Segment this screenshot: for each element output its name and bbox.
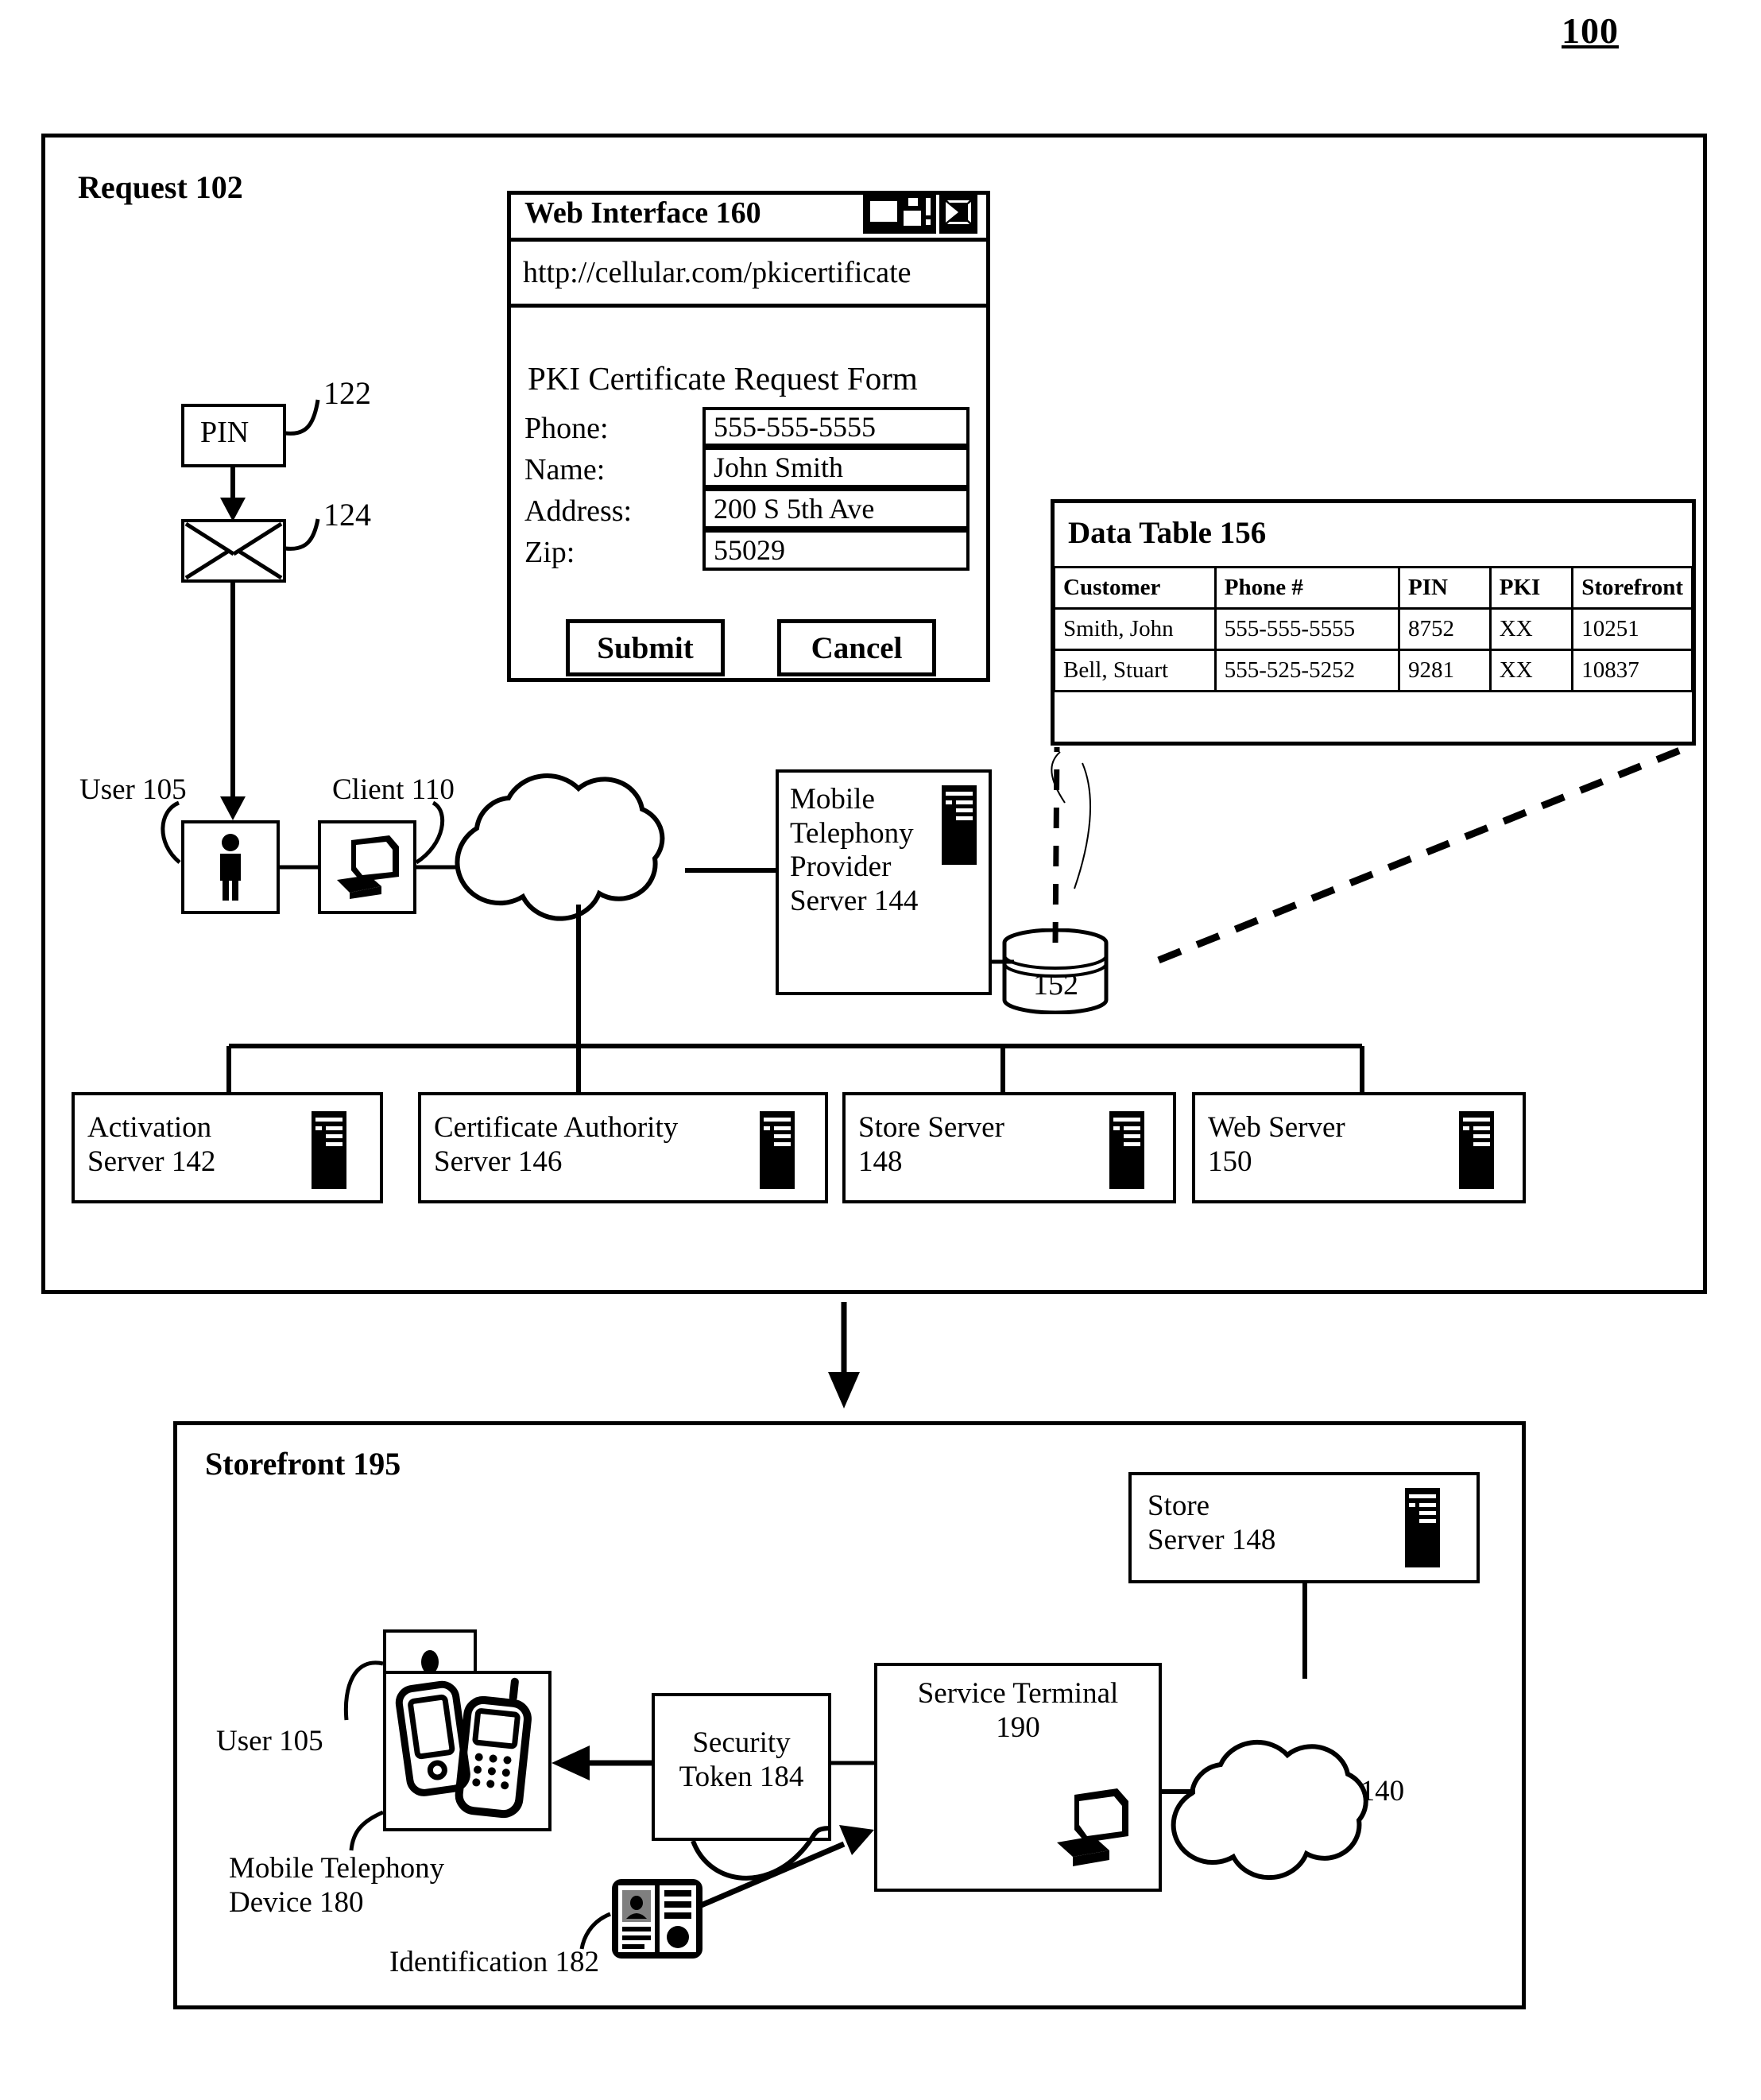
identification-label: Identification 182 — [389, 1946, 600, 1978]
name-label: Name: — [524, 453, 606, 486]
minimize-maximize-group — [863, 191, 936, 234]
titlebar-separator — [507, 238, 990, 242]
address-input[interactable]: 200 S 5th Ave — [702, 488, 970, 529]
server-rack-icon — [1405, 1488, 1440, 1571]
url-text[interactable]: http://cellular.com/pkicertificate — [523, 256, 911, 291]
panel-storefront-title: Storefront 195 — [205, 1446, 401, 1482]
name-input[interactable]: John Smith — [702, 447, 970, 488]
cell-pin: 9281 — [1398, 649, 1492, 692]
server-rack-icon — [760, 1111, 795, 1193]
server-rack-icon — [1109, 1111, 1144, 1193]
storefront-store-server-label: Store Server 148 — [1148, 1490, 1276, 1556]
cell-pin: 8752 — [1398, 607, 1492, 651]
form-title: PKI Certificate Request Form — [528, 360, 918, 397]
table-header-row: Customer Phone # PIN PKI Storefront — [1053, 566, 1693, 610]
col-pin: PIN — [1398, 566, 1492, 610]
activation-server-label: Activation Server 142 — [87, 1111, 216, 1178]
zip-input[interactable]: 55029 — [702, 529, 970, 571]
cell-customer: Smith, John — [1053, 607, 1217, 651]
close-button[interactable] — [939, 191, 977, 234]
col-customer: Customer — [1053, 566, 1217, 610]
urlbar-separator — [507, 304, 990, 308]
pin-label: PIN — [200, 416, 250, 449]
ref-124: 124 — [323, 497, 371, 533]
server-rack-icon — [1459, 1111, 1494, 1193]
provider-server-label: Mobile Telephony Provider Server 144 — [790, 783, 919, 917]
address-label: Address: — [524, 494, 633, 528]
data-table-title: Data Table 156 — [1068, 516, 1267, 550]
submit-button[interactable]: Submit — [566, 619, 725, 676]
zip-label: Zip: — [524, 536, 575, 569]
security-token-label: Security Token 184 — [679, 1726, 804, 1793]
network-140-label: Network 140 — [502, 850, 658, 882]
web-server-label: Web Server 150 — [1208, 1111, 1345, 1178]
window-controls — [863, 191, 977, 234]
web-interface-title: Web Interface 160 — [524, 196, 761, 230]
col-storefront: Storefront — [1571, 566, 1693, 610]
cell-storefront: 10837 — [1571, 649, 1693, 692]
table-row: Smith, John 555-555-5555 8752 XX 10251 — [1053, 607, 1693, 651]
panel-request-title: Request 102 — [78, 169, 243, 205]
data-table: Customer Phone # PIN PKI Storefront Smit… — [1053, 566, 1693, 692]
phone-input[interactable]: 555-555-5555 — [702, 407, 970, 447]
ref-152: 152 — [1033, 968, 1078, 1002]
server-rack-icon — [312, 1111, 346, 1193]
mobile-device-icon-box — [383, 1671, 552, 1831]
cell-pki: XX — [1488, 649, 1574, 692]
ref-122: 122 — [323, 375, 371, 411]
figure-number: 100 — [1562, 10, 1619, 51]
service-terminal-label: Service Terminal 190 — [917, 1677, 1119, 1744]
cell-storefront: 10251 — [1571, 607, 1693, 651]
user-105-label: User 105 — [79, 773, 187, 806]
phone-label: Phone: — [524, 412, 609, 445]
mobile-device-label: Mobile Telephony Device 180 — [229, 1852, 445, 1919]
col-phone: Phone # — [1213, 566, 1401, 610]
identification-badge-icon — [610, 1877, 704, 1964]
cell-pki: XX — [1488, 607, 1574, 651]
server-rack-icon — [942, 785, 977, 869]
table-row: Bell, Stuart 555-525-5252 9281 XX 10837 — [1053, 649, 1693, 692]
cell-phone: 555-555-5555 — [1213, 607, 1401, 651]
cancel-button[interactable]: Cancel — [777, 619, 936, 676]
user-icon-box — [181, 820, 280, 914]
cell-customer: Bell, Stuart — [1053, 649, 1217, 692]
store-server-label: Store Server 148 — [858, 1111, 1004, 1178]
cell-phone: 555-525-5252 — [1213, 649, 1401, 692]
envelope-icon — [181, 519, 286, 583]
client-icon-box — [318, 820, 416, 914]
certificate-authority-label: Certificate Authority Server 146 — [434, 1111, 679, 1178]
storefront-user-label: User 105 — [216, 1725, 323, 1757]
client-110-label: Client 110 — [332, 773, 455, 806]
col-pki: PKI — [1488, 566, 1574, 610]
patent-figure-page: 100 Request 102 Web Interface 160 http:/… — [0, 0, 1761, 2100]
terminal-computer-icon — [1049, 1787, 1136, 1877]
storefront-network-label: Network 140 — [1249, 1775, 1405, 1807]
